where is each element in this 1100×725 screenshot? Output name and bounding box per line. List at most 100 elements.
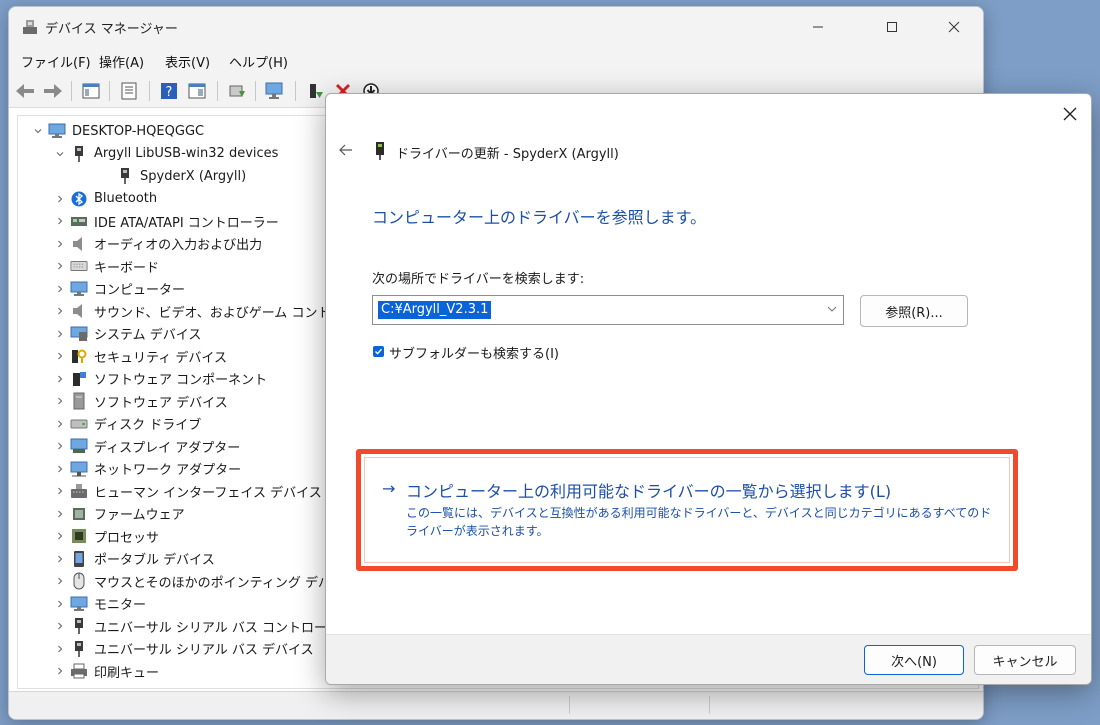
browse-button[interactable]: 参照(R)... — [860, 295, 968, 327]
chevron-right-icon[interactable] — [54, 373, 66, 385]
chevron-right-icon[interactable] — [54, 260, 66, 272]
tree-item[interactable]: Argyll LibUSB-win32 devices — [54, 143, 278, 165]
tree-item[interactable]: マウスとそのほかのポインティング デバイス — [54, 570, 357, 592]
enable-device-icon[interactable] — [303, 79, 327, 103]
chevron-right-icon[interactable] — [54, 643, 66, 655]
chevron-right-icon[interactable] — [54, 485, 66, 497]
cancel-button[interactable]: キャンセル — [974, 645, 1076, 675]
tree-item[interactable]: ディスク ドライブ — [54, 413, 201, 435]
system-device-icon — [70, 325, 88, 343]
next-button[interactable]: 次へ(N) — [864, 645, 964, 675]
close-button[interactable] — [931, 7, 977, 47]
chevron-right-icon[interactable] — [54, 463, 66, 475]
display-adapter-icon — [70, 437, 88, 455]
device-manager-icon — [21, 18, 39, 36]
chevron-right-icon[interactable] — [54, 508, 66, 520]
network-adapter-icon — [70, 460, 88, 478]
chevron-right-icon[interactable] — [54, 395, 66, 407]
driver-path-combobox[interactable]: C:¥Argyll_V2.3.1 — [372, 295, 844, 325]
tree-item[interactable]: ユニバーサル シリアル バス コントローラー — [54, 615, 353, 637]
tree-item-label: ヒューマン インターフェイス デバイス — [94, 485, 322, 501]
tree-item-label: ユニバーサル シリアル バス コントローラー — [94, 620, 354, 636]
minimize-button[interactable] — [795, 7, 841, 47]
chevron-right-icon[interactable] — [54, 598, 66, 610]
menu-bar: ファイル(F) 操作(A) 表示(V) ヘルプ(H) — [9, 47, 983, 75]
tree-item[interactable]: Bluetooth — [54, 188, 157, 210]
chevron-down-icon[interactable] — [827, 304, 837, 314]
usb-plug-icon — [374, 141, 386, 161]
chevron-right-icon[interactable] — [54, 530, 66, 542]
console-tree-icon[interactable] — [79, 79, 103, 103]
dialog-footer: 次へ(N) キャンセル — [326, 634, 1091, 684]
tree-item-label: セキュリティ デバイス — [94, 350, 227, 366]
dialog-heading: コンピューター上のドライバーを参照します。 — [372, 208, 707, 227]
menu-view[interactable]: 表示(V) — [165, 52, 210, 71]
tree-item[interactable]: セキュリティ デバイス — [54, 345, 227, 367]
tree-item[interactable]: IDE ATA/ATAPI コントローラー — [54, 210, 279, 232]
menu-help[interactable]: ヘルプ(H) — [229, 52, 288, 71]
tree-item-label: ディスク ドライブ — [94, 418, 202, 433]
tree-item-label: マウスとそのほかのポインティング デバイス — [94, 575, 357, 591]
dialog-back-button[interactable] — [336, 140, 356, 160]
chevron-right-icon[interactable] — [54, 328, 66, 340]
tree-item-label: 印刷キュー — [94, 665, 160, 681]
tree-item-label: ユニバーサル シリアル バス デバイス — [94, 643, 314, 658]
back-arrow-icon[interactable] — [13, 79, 37, 103]
monitor-icon — [70, 595, 88, 613]
properties-icon[interactable] — [117, 79, 141, 103]
scan-hardware-icon[interactable] — [263, 79, 287, 103]
tree-item-label: モニター — [94, 598, 147, 613]
speaker-icon — [70, 302, 88, 320]
chevron-right-icon[interactable] — [54, 238, 66, 250]
tree-item[interactable]: 印刷キュー — [54, 660, 159, 682]
tree-item[interactable]: ポータブル デバイス — [54, 548, 215, 570]
view-pane-icon[interactable] — [185, 79, 209, 103]
tree-item[interactable]: オーディオの入力および出力 — [54, 233, 262, 255]
help-icon[interactable]: ? — [157, 79, 181, 103]
pick-from-list-title[interactable]: コンピューター上の利用可能なドライバーの一覧から選択します(L) — [406, 478, 891, 502]
tree-item[interactable]: コンピューター — [54, 278, 185, 300]
chevron-right-icon[interactable] — [54, 215, 66, 227]
include-subfolders-label[interactable]: サブフォルダーも検索する(I) — [389, 343, 559, 362]
tree-item[interactable]: ディスプレイ アダプター — [54, 435, 240, 457]
chevron-right-icon[interactable] — [54, 350, 66, 362]
dialog-close-button[interactable] — [1058, 102, 1082, 126]
speaker-icon — [70, 235, 88, 253]
tree-item[interactable]: SpyderX (Argyll) — [100, 165, 246, 187]
usb-plug-icon — [70, 640, 88, 658]
chevron-right-icon[interactable] — [54, 440, 66, 452]
chevron-right-icon[interactable] — [54, 283, 66, 295]
tree-item[interactable]: モニター — [54, 593, 146, 615]
chevron-down-icon[interactable] — [54, 148, 66, 160]
tree-item[interactable]: ソフトウェア コンポーネント — [54, 368, 267, 390]
tree-item[interactable]: ヒューマン インターフェイス デバイス — [54, 480, 322, 502]
tree-item[interactable]: プロセッサ — [54, 525, 159, 547]
chevron-right-icon[interactable] — [54, 620, 66, 632]
tree-item-label: Bluetooth — [94, 191, 158, 206]
tree-item[interactable]: キーボード — [54, 255, 159, 277]
dialog-title: ドライバーの更新 - SpyderX (Argyll) — [396, 147, 619, 162]
maximize-button[interactable] — [869, 7, 915, 47]
tree-item[interactable]: ソフトウェア デバイス — [54, 390, 228, 412]
chevron-right-icon[interactable] — [54, 665, 66, 677]
forward-arrow-icon[interactable] — [41, 79, 65, 103]
chevron-right-icon[interactable] — [54, 418, 66, 430]
title-bar[interactable]: デバイス マネージャー — [9, 7, 983, 47]
update-driver-icon[interactable] — [225, 79, 249, 103]
include-subfolders-checkbox[interactable] — [373, 346, 384, 357]
chevron-right-icon[interactable] — [54, 193, 66, 205]
driver-path-value[interactable]: C:¥Argyll_V2.3.1 — [378, 301, 492, 319]
chevron-down-icon[interactable] — [32, 125, 44, 137]
chevron-right-icon[interactable] — [54, 553, 66, 565]
chevron-right-icon[interactable] — [54, 575, 66, 587]
tree-item[interactable]: ファームウェア — [54, 503, 185, 525]
mouse-icon — [70, 572, 88, 590]
status-bar — [9, 691, 983, 719]
tree-item[interactable]: ユニバーサル シリアル バス デバイス — [54, 638, 314, 660]
menu-action[interactable]: 操作(A) — [99, 52, 144, 71]
menu-file[interactable]: ファイル(F) — [21, 52, 91, 71]
chevron-right-icon[interactable] — [54, 305, 66, 317]
tree-item[interactable]: システム デバイス — [54, 323, 201, 345]
tree-root-computer[interactable]: DESKTOP-HQEQGGC — [32, 120, 204, 142]
tree-item[interactable]: ネットワーク アダプター — [54, 458, 241, 480]
